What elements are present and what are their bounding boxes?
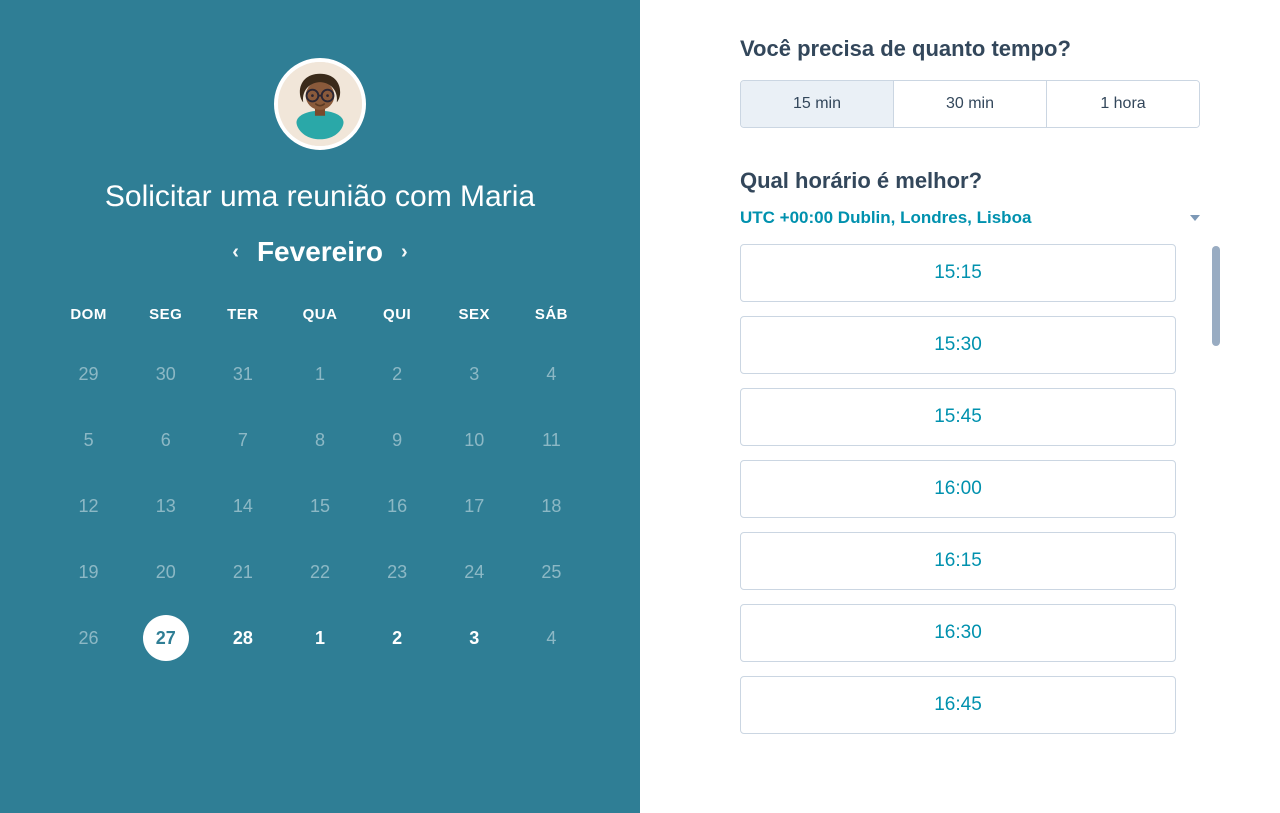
- calendar-day[interactable]: 2: [359, 615, 436, 661]
- duration-option[interactable]: 1 hora: [1046, 81, 1199, 127]
- timezone-select[interactable]: UTC +00:00 Dublin, Londres, Lisboa: [740, 208, 1200, 228]
- calendar-day: 13: [127, 483, 204, 529]
- scrollbar-thumb[interactable]: [1212, 246, 1220, 346]
- calendar-day[interactable]: 27: [127, 615, 204, 661]
- calendar-day: 8: [281, 417, 358, 463]
- calendar-day: 15: [281, 483, 358, 529]
- time-slot[interactable]: 15:45: [740, 388, 1176, 446]
- calendar-day[interactable]: 1: [281, 615, 358, 661]
- calendar-day: 6: [127, 417, 204, 463]
- calendar-day: 9: [359, 417, 436, 463]
- time-slot[interactable]: 16:30: [740, 604, 1176, 662]
- calendar-day: 12: [50, 483, 127, 529]
- calendar-day: 3: [436, 351, 513, 397]
- calendar-day: 21: [204, 549, 281, 595]
- calendar-day: 11: [513, 417, 590, 463]
- calendar-day: 17: [436, 483, 513, 529]
- time-slots: 15:15 15:30 15:45 16:00 16:15 16:30 16:45: [740, 244, 1180, 784]
- calendar-day: 25: [513, 549, 590, 595]
- time-slots-container: 15:15 15:30 15:45 16:00 16:15 16:30 16:45: [740, 244, 1220, 813]
- calendar-day: 7: [204, 417, 281, 463]
- calendar-day: 20: [127, 549, 204, 595]
- avatar: [274, 58, 366, 150]
- calendar-day: 29: [50, 351, 127, 397]
- avatar-icon: [278, 62, 362, 146]
- duration-question: Você precisa de quanto tempo?: [740, 36, 1228, 62]
- calendar-day[interactable]: 28: [204, 615, 281, 661]
- time-slot[interactable]: 16:00: [740, 460, 1176, 518]
- time-question: Qual horário é melhor?: [740, 168, 1228, 194]
- month-label: Fevereiro: [257, 236, 383, 268]
- calendar-day: 5: [50, 417, 127, 463]
- duration-option[interactable]: 15 min: [741, 81, 893, 127]
- calendar: DOMSEGTERQUAQUISEXSÁB 293031123456789101…: [50, 306, 590, 671]
- calendar-day: 26: [50, 615, 127, 661]
- calendar-day: 4: [513, 351, 590, 397]
- calendar-day: 2: [359, 351, 436, 397]
- calendar-day: 19: [50, 549, 127, 595]
- calendar-day-header: DOM: [50, 306, 127, 341]
- month-selector: ‹ Fevereiro ›: [232, 236, 407, 268]
- duration-option[interactable]: 30 min: [893, 81, 1046, 127]
- chevron-right-icon[interactable]: ›: [401, 241, 408, 264]
- calendar-day-header: QUI: [359, 306, 436, 341]
- calendar-day: 24: [436, 549, 513, 595]
- calendar-day-header: TER: [204, 306, 281, 341]
- calendar-day: 31: [204, 351, 281, 397]
- time-panel: Você precisa de quanto tempo? 15 min30 m…: [640, 0, 1280, 813]
- calendar-day-header: SEG: [127, 306, 204, 341]
- calendar-day: 10: [436, 417, 513, 463]
- calendar-panel: Solicitar uma reunião com Maria ‹ Fevere…: [0, 0, 640, 813]
- calendar-day: 22: [281, 549, 358, 595]
- calendar-day: 4: [513, 615, 590, 661]
- calendar-day: 23: [359, 549, 436, 595]
- caret-down-icon: [1190, 215, 1200, 221]
- calendar-day: 1: [281, 351, 358, 397]
- calendar-day: 14: [204, 483, 281, 529]
- calendar-day: 18: [513, 483, 590, 529]
- time-slot[interactable]: 16:45: [740, 676, 1176, 734]
- calendar-day[interactable]: 3: [436, 615, 513, 661]
- time-slot[interactable]: 16:15: [740, 532, 1176, 590]
- calendar-day-header: SÁB: [513, 306, 590, 341]
- time-slot[interactable]: 15:30: [740, 316, 1176, 374]
- duration-group: 15 min30 min1 hora: [740, 80, 1200, 128]
- page-title: Solicitar uma reunião com Maria: [105, 180, 535, 214]
- timezone-label: UTC +00:00 Dublin, Londres, Lisboa: [740, 208, 1031, 228]
- calendar-day: 30: [127, 351, 204, 397]
- time-slot[interactable]: 15:15: [740, 244, 1176, 302]
- calendar-day-header: SEX: [436, 306, 513, 341]
- calendar-day-header: QUA: [281, 306, 358, 341]
- calendar-day: 16: [359, 483, 436, 529]
- chevron-left-icon[interactable]: ‹: [232, 241, 239, 264]
